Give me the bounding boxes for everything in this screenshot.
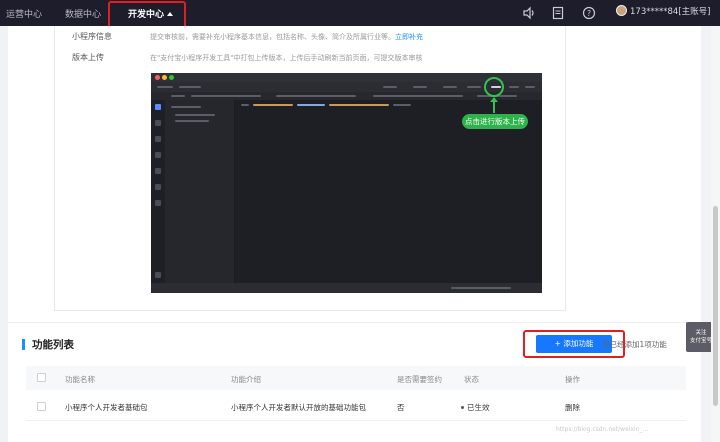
page-scrollbar[interactable] bbox=[711, 26, 720, 442]
speaker-icon[interactable] bbox=[522, 6, 536, 20]
supplement-now-link[interactable]: 立即补充 bbox=[395, 33, 423, 41]
user-account: 173*****84[主账号] bbox=[630, 7, 711, 17]
arrow-shaft bbox=[493, 99, 495, 113]
ide-explorer bbox=[165, 100, 235, 283]
tab-operations[interactable]: 运营中心 bbox=[6, 7, 42, 20]
col-header-name: 功能名称 bbox=[65, 375, 95, 384]
follow-label: 关注 支付宝号 bbox=[689, 330, 712, 344]
watermark: https://blog.csdn.net/weixin_… bbox=[556, 426, 649, 433]
ide-activity-bar bbox=[151, 100, 165, 283]
table-row-divider bbox=[26, 420, 686, 421]
feature-desc: 小程序个人开发者默认开放的基础功能包 bbox=[231, 403, 366, 412]
col-header-action: 操作 bbox=[565, 375, 580, 384]
col-header-status: 状态 bbox=[464, 375, 479, 384]
ide-tabs bbox=[151, 92, 542, 100]
ide-titlebar bbox=[151, 73, 542, 82]
close-dot-icon bbox=[155, 75, 160, 80]
feature-status-text: 已生效 bbox=[467, 403, 490, 412]
upload-callout: 点击进行版本上传 bbox=[462, 114, 528, 129]
help-icon[interactable]: ? bbox=[582, 6, 596, 20]
col-header-desc: 功能介绍 bbox=[231, 375, 261, 384]
tab-data[interactable]: 数据中心 bbox=[65, 7, 101, 20]
ide-screenshot bbox=[151, 73, 542, 293]
scrollbar-thumb[interactable] bbox=[713, 206, 718, 406]
feature-status: 已生效 bbox=[461, 402, 490, 413]
avatar bbox=[616, 5, 627, 16]
app-info-desc: 提交审核前，需要补充小程序基本信息，包括名称、头像、简介及所属行业等。 bbox=[150, 33, 395, 41]
user-menu[interactable]: 173*****84[主账号] bbox=[616, 5, 710, 21]
svg-text:?: ? bbox=[587, 9, 591, 18]
app-info-text: 提交审核前，需要补充小程序基本信息，包括名称、头像、简介及所属行业等。立即补充 bbox=[150, 32, 423, 42]
version-upload-text: 在"支付宝小程序开发工具"中打包上传版本，上传后手动刷新当前页面，可提交版本审核 bbox=[150, 54, 423, 62]
select-all-checkbox[interactable] bbox=[37, 373, 46, 382]
maximize-dot-icon bbox=[169, 75, 174, 80]
feature-name: 小程序个人开发者基础包 bbox=[65, 403, 148, 412]
added-count-note: 您已经添加1项功能 bbox=[602, 340, 667, 349]
feature-list-title: 功能列表 bbox=[32, 339, 74, 351]
document-icon[interactable] bbox=[551, 6, 565, 20]
row-checkbox[interactable] bbox=[37, 402, 46, 411]
ide-statusbar bbox=[151, 283, 542, 293]
minimize-dot-icon bbox=[162, 75, 167, 80]
app-info-label: 小程序信息 bbox=[72, 32, 112, 41]
status-dot-icon bbox=[461, 406, 464, 409]
delete-link[interactable]: 删除 bbox=[565, 402, 580, 413]
col-header-sign: 是否需要签约 bbox=[397, 375, 442, 384]
feature-sign: 否 bbox=[397, 403, 405, 412]
table-header bbox=[26, 366, 686, 390]
section-accent-bar bbox=[22, 339, 25, 350]
upload-highlight-ring bbox=[484, 77, 504, 97]
version-upload-label: 版本上传 bbox=[72, 53, 104, 62]
